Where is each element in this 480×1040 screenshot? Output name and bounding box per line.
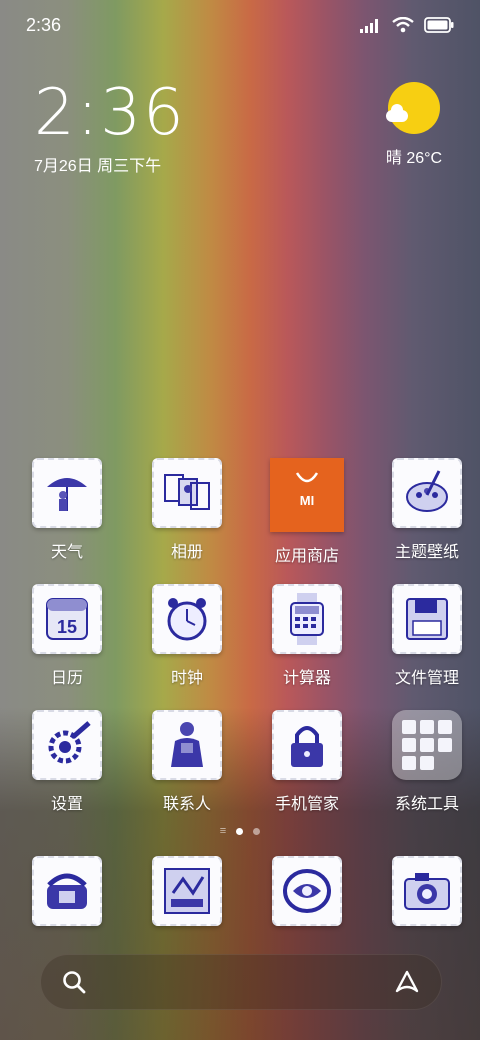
widget-time: 2:36 (34, 76, 186, 150)
calendar-day: 15 (57, 617, 77, 637)
browser-swirl-icon (272, 856, 342, 926)
weather-widget[interactable]: 晴 26°C (384, 82, 444, 168)
weather-condition: 晴 (385, 150, 402, 167)
mini-app-icon (420, 738, 434, 752)
app-folder-system-tools[interactable]: 系统工具 (374, 710, 480, 836)
mi-store-bag-icon: MI (270, 458, 344, 532)
alarm-clock-icon (152, 584, 222, 654)
page-dot-1[interactable] (236, 828, 244, 835)
person-statue-icon (152, 710, 222, 780)
status-bar: 2:36 (0, 0, 480, 50)
app-label: 设置 (50, 796, 83, 813)
search-bar[interactable] (40, 954, 442, 1010)
camera-icon (392, 856, 462, 926)
mini-app-icon (402, 756, 416, 770)
mi-logo-text: MI (300, 493, 314, 508)
assistant-icon[interactable] (393, 969, 421, 995)
app-grid: 天气 相册 MI 应用商店 主题壁纸 15 日历 时钟 计算器 文件管理 设置 … (0, 458, 480, 836)
search-icon[interactable] (61, 969, 87, 995)
mini-app-icon (402, 720, 416, 734)
app-label: 相册 (170, 544, 203, 561)
app-gallery[interactable]: 相册 (134, 458, 240, 584)
telephone-icon (32, 856, 102, 926)
umbrella-boy-icon (32, 458, 102, 528)
weather-text: 晴 26°C (384, 144, 444, 168)
weather-temperature: 26°C (406, 150, 443, 167)
app-contacts[interactable]: 联系人 (134, 710, 240, 836)
app-label: 主题壁纸 (394, 544, 459, 561)
app-clock[interactable]: 时钟 (134, 584, 240, 710)
app-file-manager[interactable]: 文件管理 (374, 584, 480, 710)
gear-tool-icon (32, 710, 102, 780)
photo-cards-icon (152, 458, 222, 528)
mini-app-icon (438, 738, 452, 752)
page-dot-2[interactable] (253, 828, 261, 835)
dock-camera[interactable] (374, 856, 480, 926)
app-label: 日历 (50, 670, 83, 687)
app-label: 手机管家 (274, 796, 339, 813)
battery-icon (424, 17, 454, 33)
page-list-icon[interactable]: ≡ (220, 826, 226, 837)
dock-video[interactable] (134, 856, 240, 926)
app-security[interactable]: 手机管家 (254, 710, 360, 836)
app-themes[interactable]: 主题壁纸 (374, 458, 480, 584)
app-label: 天气 (50, 544, 83, 561)
calendar-icon: 15 (32, 584, 102, 654)
calculator-watch-icon (272, 584, 342, 654)
mini-app-icon (402, 738, 416, 752)
app-calculator[interactable]: 计算器 (254, 584, 360, 710)
sunny-cloud-icon (386, 82, 440, 134)
app-calendar[interactable]: 15 日历 (14, 584, 120, 710)
mini-app-icon (420, 756, 434, 770)
padlock-icon (272, 710, 342, 780)
app-label: 联系人 (162, 796, 211, 813)
widget-date: 7月26日 周三下午 (34, 158, 162, 175)
folder-icon (392, 710, 462, 780)
app-weather[interactable]: 天气 (14, 458, 120, 584)
floppy-disk-icon (392, 584, 462, 654)
app-label: 计算器 (282, 670, 331, 687)
app-settings[interactable]: 设置 (14, 710, 120, 836)
status-time: 2:36 (26, 14, 62, 35)
app-row-2: 15 日历 时钟 计算器 文件管理 (0, 584, 480, 710)
status-icons (360, 17, 454, 33)
signal-icon (360, 19, 378, 33)
paint-palette-icon (392, 458, 462, 528)
app-row-3: 设置 联系人 手机管家 系统工具 (0, 710, 480, 836)
dock-browser[interactable] (254, 856, 360, 926)
app-label: 文件管理 (394, 670, 459, 687)
app-label: 时钟 (170, 670, 203, 687)
app-store[interactable]: MI 应用商店 (254, 458, 360, 584)
mini-app-icon (438, 720, 452, 734)
app-row-1: 天气 相册 MI 应用商店 主题壁纸 (0, 458, 480, 584)
mini-app-icon (420, 720, 434, 734)
dock-phone[interactable] (14, 856, 120, 926)
dock (0, 856, 480, 926)
cinema-poster-icon (152, 856, 222, 926)
app-label: 系统工具 (394, 796, 459, 813)
wifi-icon (392, 17, 414, 33)
app-label: 应用商店 (274, 548, 339, 565)
page-indicator: ≡ (0, 826, 480, 837)
clock-widget[interactable]: 2:36 7月26日 周三下午 (34, 78, 186, 176)
